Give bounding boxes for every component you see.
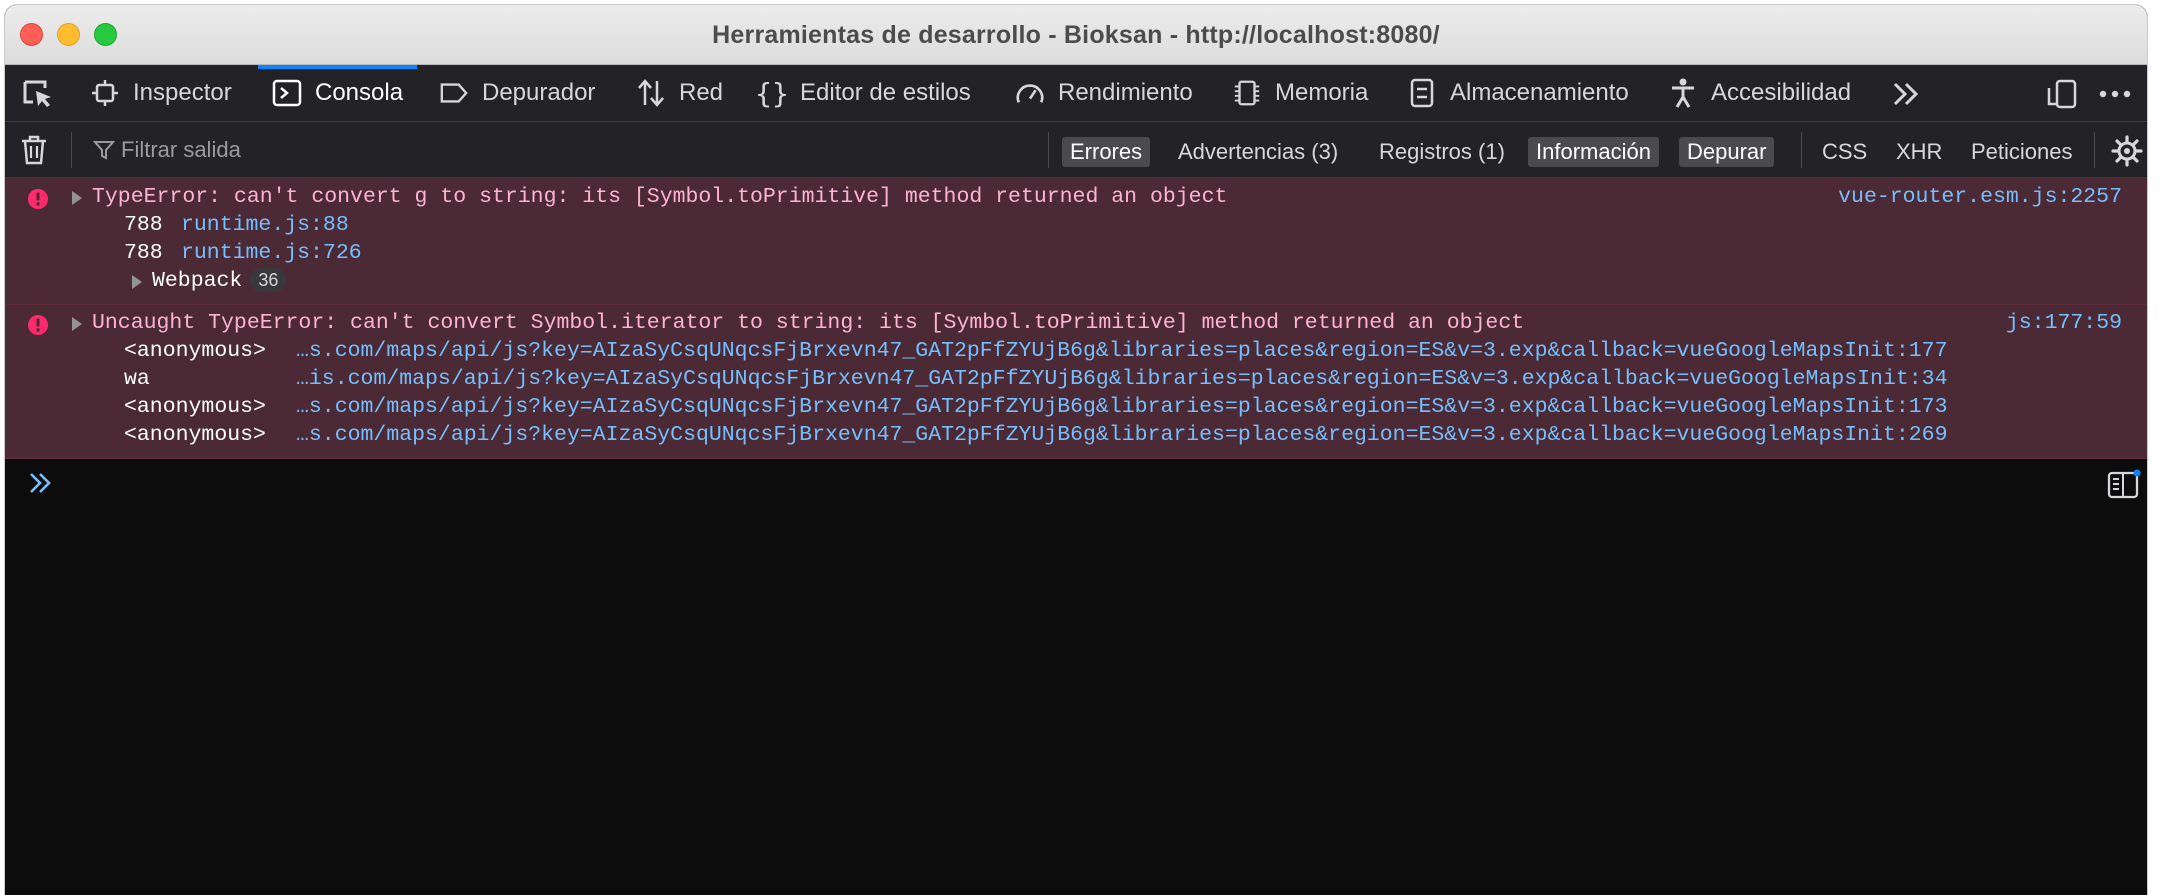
console-error-message[interactable]: TypeError: can't convert g to string: it… xyxy=(5,178,2147,305)
error-source-link[interactable]: vue-router.esm.js:2257 xyxy=(1838,184,2122,211)
stack-frame-source-link[interactable]: runtime.js:726 xyxy=(181,240,362,267)
expand-twisty-icon[interactable] xyxy=(72,191,82,205)
separator xyxy=(2094,132,2095,168)
stack-group-count-badge: 36 xyxy=(250,268,287,292)
separator xyxy=(1048,132,1049,168)
filter-xhr-button[interactable]: XHR xyxy=(1888,137,1950,167)
console-output: TypeError: can't convert g to string: it… xyxy=(5,178,2147,895)
stack-frame-function: 788 xyxy=(124,241,163,265)
error-source-link[interactable]: js:177:59 xyxy=(2006,310,2122,337)
expand-twisty-icon[interactable] xyxy=(132,275,142,289)
tab-label: Accesibilidad xyxy=(1711,79,1852,106)
title-bar: Herramientas de desarrollo - Bioksan - h… xyxy=(5,5,2147,65)
filter-errors-button[interactable]: Errores xyxy=(1062,137,1151,167)
tab-debugger[interactable]: Depurador xyxy=(439,65,595,121)
tab-accessibility[interactable]: Accesibilidad xyxy=(1668,65,1851,121)
error-icon xyxy=(28,189,48,209)
separator xyxy=(71,132,72,168)
error-text: Uncaught TypeError: can't convert Symbol… xyxy=(92,311,1525,335)
tab-label: Red xyxy=(679,79,724,106)
accessibility-icon xyxy=(1668,78,1698,108)
tab-memory[interactable]: Memoria xyxy=(1232,65,1368,121)
stack-frame-function: <anonymous> xyxy=(124,339,266,363)
console-prompt-chevron-icon xyxy=(30,473,51,493)
stack-frame-function: wa xyxy=(124,367,150,391)
tab-label: Rendimiento xyxy=(1058,79,1193,106)
tab-label: Depurador xyxy=(482,79,596,106)
stack-frame-source-link[interactable]: …s.com/maps/api/js?key=AIzaSyCsqUNqcsFjB… xyxy=(296,394,1947,421)
tab-console[interactable]: Consola xyxy=(257,65,418,121)
filter-logs-button[interactable]: Registros (1) xyxy=(1371,137,1513,167)
console-filter-bar: Errores Advertencias (3) Registros (1) I… xyxy=(5,122,2147,178)
dock-side-icon[interactable] xyxy=(2045,78,2079,110)
error-text: TypeError: can't convert g to string: it… xyxy=(92,185,1228,209)
error-icon xyxy=(28,315,48,335)
expand-twisty-icon[interactable] xyxy=(72,317,82,331)
tab-label: Consola xyxy=(315,79,404,106)
memory-icon xyxy=(1232,78,1262,108)
tab-storage[interactable]: Almacenamiento xyxy=(1407,65,1629,121)
tab-performance[interactable]: Rendimiento xyxy=(1015,65,1193,121)
gauge-icon xyxy=(1015,78,1045,108)
stack-frame-source-link[interactable]: runtime.js:88 xyxy=(181,212,349,239)
inspector-icon xyxy=(90,78,120,108)
braces-icon: {} xyxy=(755,76,789,110)
devtools-window: Herramientas de desarrollo - Bioksan - h… xyxy=(5,5,2147,895)
tab-label: Editor de estilos xyxy=(800,79,971,106)
tab-style-editor[interactable]: {} Editor de estilos xyxy=(755,65,971,121)
stack-frame-source-link[interactable]: …is.com/maps/api/js?key=AIzaSyCsqUNqcsFj… xyxy=(296,366,1947,393)
console-error-message[interactable]: Uncaught TypeError: can't convert Symbol… xyxy=(5,305,2147,459)
console-icon xyxy=(272,78,302,108)
filter-funnel-icon xyxy=(93,141,115,160)
separator xyxy=(1801,132,1802,168)
stack-frame-function: <anonymous> xyxy=(124,423,266,447)
trash-icon[interactable] xyxy=(19,134,49,166)
stack-frame-function: 788 xyxy=(124,213,163,237)
filter-warnings-button[interactable]: Advertencias (3) xyxy=(1170,137,1346,167)
console-input[interactable] xyxy=(67,464,2071,502)
element-picker-icon[interactable] xyxy=(21,78,55,110)
more-options-icon[interactable] xyxy=(2095,78,2135,110)
tab-label: Almacenamiento xyxy=(1450,79,1629,106)
settings-gear-icon[interactable] xyxy=(2111,135,2143,167)
tab-network[interactable]: Red xyxy=(636,65,723,121)
stack-group-label: Webpack xyxy=(152,269,243,293)
filter-debug-button[interactable]: Depurar xyxy=(1679,137,1775,167)
tab-label: Inspector xyxy=(133,79,232,106)
storage-icon xyxy=(1407,78,1437,108)
debugger-icon xyxy=(439,78,469,108)
filter-info-button[interactable]: Información xyxy=(1528,137,1659,167)
stack-frame-source-link[interactable]: …s.com/maps/api/js?key=AIzaSyCsqUNqcsFjB… xyxy=(296,338,1947,365)
sidebar-toggle-icon[interactable] xyxy=(2107,469,2141,499)
window-title: Herramientas de desarrollo - Bioksan - h… xyxy=(712,21,1440,49)
tab-inspector[interactable]: Inspector xyxy=(90,65,232,121)
stack-group-webpack[interactable]: Webpack 36 xyxy=(152,268,287,295)
toolbox-tabbar: Inspector Consola Depurador Red {} Edito… xyxy=(5,65,2147,122)
filter-requests-button[interactable]: Peticiones xyxy=(1963,137,2081,167)
more-tools-chevron-icon[interactable] xyxy=(1889,77,1923,111)
stack-frame-source-link[interactable]: …s.com/maps/api/js?key=AIzaSyCsqUNqcsFjB… xyxy=(296,422,1947,449)
filter-css-button[interactable]: CSS xyxy=(1814,137,1875,167)
tab-label: Memoria xyxy=(1275,79,1369,106)
filter-output-input[interactable] xyxy=(121,132,1021,168)
stack-frame-function: <anonymous> xyxy=(124,395,266,419)
network-icon xyxy=(636,78,666,108)
